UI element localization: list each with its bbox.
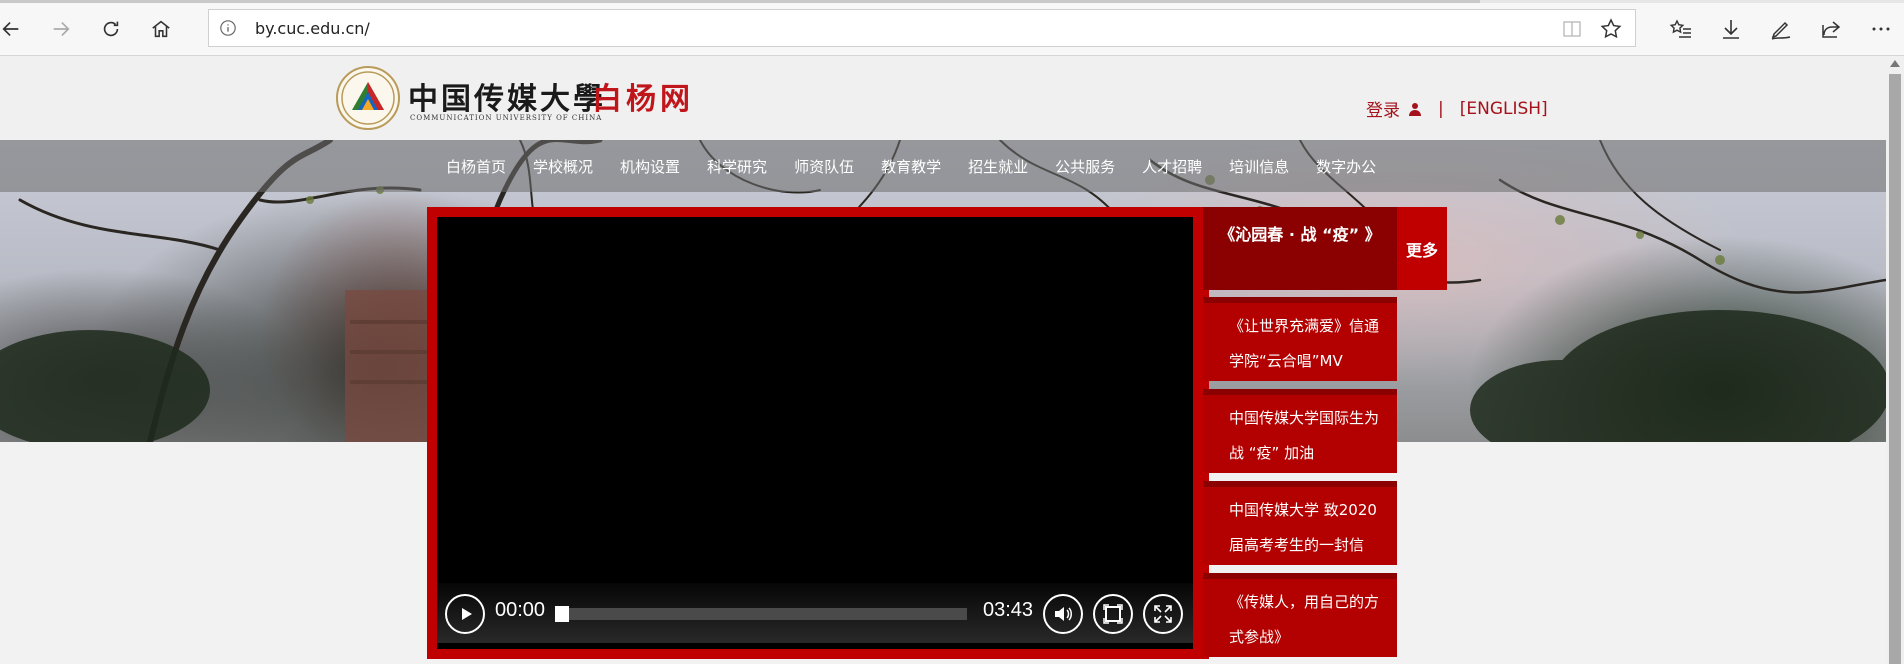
forward-button[interactable] bbox=[44, 12, 78, 46]
url-text[interactable]: by.cuc.edu.cn/ bbox=[255, 19, 370, 38]
web-note-button[interactable] bbox=[1764, 12, 1798, 46]
screen-frame-icon bbox=[1103, 604, 1123, 624]
share-icon bbox=[1822, 21, 1841, 38]
current-time: 00:00 bbox=[495, 599, 546, 621]
arrow-right-icon bbox=[53, 21, 70, 37]
fullscreen-button[interactable] bbox=[1143, 594, 1183, 634]
top-links: 登录 | [ENGLISH] bbox=[1366, 96, 1548, 122]
person-icon[interactable] bbox=[1408, 102, 1422, 116]
arrow-left-icon bbox=[2, 21, 19, 37]
browser-toolbar: by.cuc.edu.cn/ bbox=[0, 0, 1904, 56]
progress-bar[interactable] bbox=[555, 606, 967, 622]
nav-item-home[interactable]: 白杨首页 bbox=[446, 156, 506, 177]
favorites-list-icon bbox=[1669, 19, 1691, 38]
download-icon bbox=[1723, 20, 1739, 39]
scroll-thumb[interactable] bbox=[1889, 74, 1901, 664]
nav-item-recruitment[interactable]: 人才招聘 bbox=[1142, 156, 1202, 177]
university-name-en: COMMUNICATION UNIVERSITY OF CHINA bbox=[410, 114, 603, 122]
university-name-cn[interactable]: 中国传媒大學 bbox=[408, 74, 606, 118]
downloads-button[interactable] bbox=[1714, 12, 1748, 46]
nav-item-public-service[interactable]: 公共服务 bbox=[1055, 156, 1115, 177]
duration: 03:43 bbox=[983, 599, 1034, 621]
side-list-item[interactable]: 《让世界充满爱》信通学院“云合唱”MV bbox=[1203, 297, 1397, 381]
scroll-up-arrow-icon[interactable] bbox=[1890, 60, 1900, 67]
more-button[interactable]: 更多 bbox=[1397, 207, 1447, 290]
favorite-star-icon[interactable] bbox=[1599, 17, 1623, 41]
ellipsis-icon bbox=[1872, 27, 1890, 31]
nav-item-faculty[interactable]: 师资队伍 bbox=[794, 156, 854, 177]
pen-icon bbox=[1771, 21, 1791, 40]
site-header: 中国传媒大學 COMMUNICATION UNIVERSITY OF CHINA… bbox=[0, 56, 1886, 140]
side-list-item[interactable]: 《传媒人，用自己的方式参战》 bbox=[1203, 573, 1397, 657]
nav-item-admissions[interactable]: 招生就业 bbox=[968, 156, 1028, 177]
volume-button[interactable] bbox=[1043, 594, 1083, 634]
speaker-icon bbox=[1055, 607, 1072, 621]
tab-strip bbox=[0, 0, 1904, 3]
address-bar[interactable]: by.cuc.edu.cn/ bbox=[208, 9, 1636, 47]
back-button[interactable] bbox=[0, 12, 28, 46]
refresh-button[interactable] bbox=[94, 12, 128, 46]
play-icon bbox=[462, 608, 472, 620]
video-controls: 00:00 03:43 bbox=[437, 583, 1193, 643]
refresh-icon bbox=[103, 21, 119, 37]
nav-item-digital-office[interactable]: 数字办公 bbox=[1316, 156, 1376, 177]
play-button[interactable] bbox=[445, 594, 485, 634]
fullscreen-icon bbox=[1154, 605, 1172, 623]
home-icon bbox=[152, 20, 170, 38]
side-list-item[interactable]: 中国传媒大学国际生为战 “疫” 加油 bbox=[1203, 389, 1397, 473]
info-icon[interactable] bbox=[219, 19, 237, 37]
university-emblem-logo[interactable] bbox=[336, 66, 400, 130]
page-scrollbar[interactable] bbox=[1886, 56, 1904, 664]
side-featured-title[interactable]: 《沁园春 · 战 “疫” 》 bbox=[1203, 207, 1397, 290]
nav-item-research[interactable]: 科学研究 bbox=[707, 156, 767, 177]
nav-item-training[interactable]: 培训信息 bbox=[1229, 156, 1289, 177]
link-separator: | bbox=[1438, 98, 1444, 119]
theater-mode-button[interactable] bbox=[1093, 594, 1133, 634]
site-name[interactable]: 白杨网 bbox=[592, 74, 694, 118]
nav-item-school-overview[interactable]: 学校概况 bbox=[533, 156, 593, 177]
login-link[interactable]: 登录 bbox=[1366, 96, 1400, 121]
main-nav: 白杨首页 学校概况 机构设置 科学研究 师资队伍 教育教学 招生就业 公共服务 … bbox=[0, 140, 1886, 192]
home-button[interactable] bbox=[144, 12, 178, 46]
favorites-hub-button[interactable] bbox=[1664, 12, 1698, 46]
progress-handle[interactable] bbox=[555, 606, 569, 622]
nav-item-education[interactable]: 教育教学 bbox=[881, 156, 941, 177]
reading-view-icon[interactable] bbox=[1561, 18, 1583, 40]
emblem-icon bbox=[341, 71, 395, 125]
english-link[interactable]: [ENGLISH] bbox=[1460, 99, 1548, 119]
share-button[interactable] bbox=[1814, 12, 1848, 46]
side-list-item[interactable]: 中国传媒大学 致2020届高考考生的一封信 bbox=[1203, 481, 1397, 565]
more-menu-button[interactable] bbox=[1864, 12, 1898, 46]
nav-item-departments[interactable]: 机构设置 bbox=[620, 156, 680, 177]
